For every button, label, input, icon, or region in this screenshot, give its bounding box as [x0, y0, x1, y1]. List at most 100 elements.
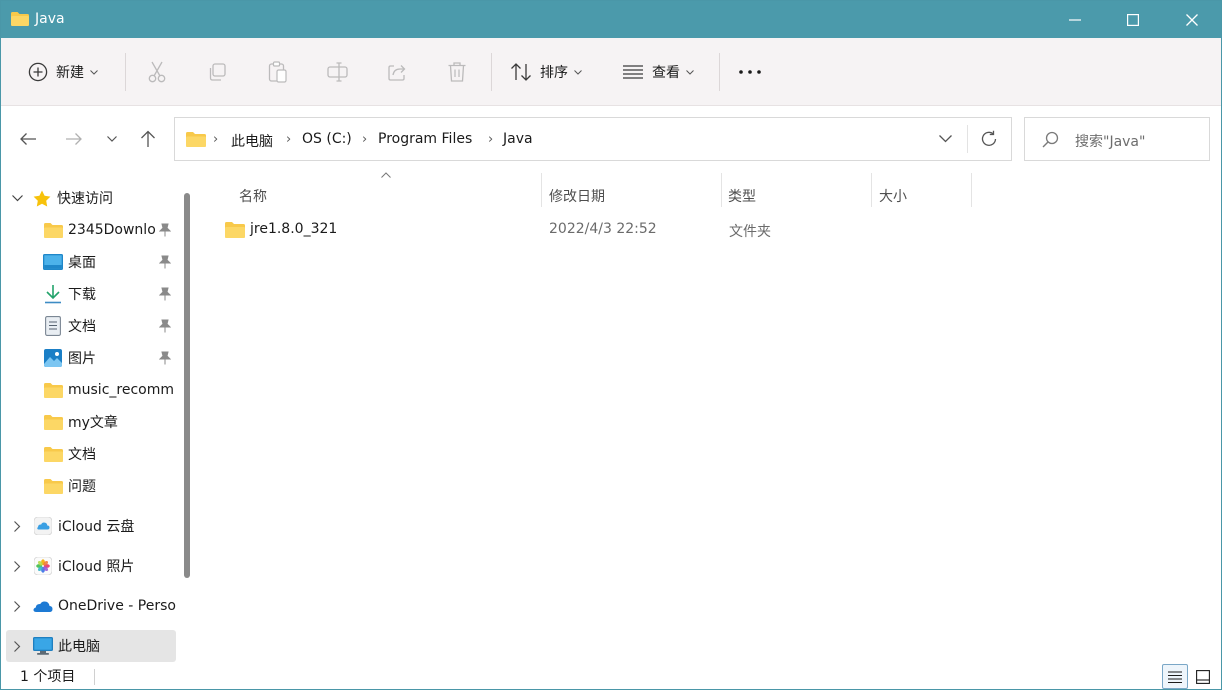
toolbar-divider: [491, 53, 492, 91]
folder-icon: [44, 382, 63, 398]
download-icon: [45, 285, 61, 304]
sidebar-item-documents[interactable]: 文档: [1, 310, 181, 342]
breadcrumb-java[interactable]: Java: [503, 131, 533, 147]
column-header-label: 类型: [728, 189, 756, 205]
toolbar-divider: [719, 53, 720, 91]
pin-icon[interactable]: [159, 223, 171, 237]
maximize-icon: [1127, 13, 1139, 26]
chevron-down-icon: [90, 69, 98, 75]
paste-button[interactable]: [268, 38, 288, 106]
sidebar-item-questions[interactable]: 问题: [1, 470, 181, 502]
share-button[interactable]: [387, 38, 407, 106]
table-row[interactable]: jre1.8.0_321 2022/4/3 22:52 文件夹: [219, 215, 979, 245]
folder-icon: [11, 12, 29, 26]
large-icons-view-button[interactable]: [1190, 664, 1216, 689]
rename-icon: [327, 62, 348, 82]
sidebar-item-pictures[interactable]: 图片: [1, 342, 181, 374]
sidebar-item-label: iCloud 云盘: [58, 519, 135, 535]
details-view-icon: [1168, 670, 1182, 683]
item-count: 1 个项目: [20, 669, 76, 685]
sidebar-item-onedrive[interactable]: OneDrive - Perso: [1, 590, 181, 622]
column-header-name[interactable]: 名称: [239, 179, 267, 213]
sidebar-item-label: iCloud 照片: [58, 559, 135, 575]
up-button[interactable]: [136, 129, 160, 149]
sidebar-item-downloads[interactable]: 下载: [1, 278, 181, 310]
sidebar-item-icloud-photos[interactable]: iCloud 照片: [1, 550, 181, 582]
recent-locations-button[interactable]: [100, 129, 124, 149]
search-box[interactable]: 搜索"Java": [1024, 117, 1210, 161]
new-button[interactable]: 新建: [28, 38, 98, 106]
folder-icon: [44, 414, 63, 430]
more-button[interactable]: [739, 38, 761, 106]
sidebar-scrollbar[interactable]: [184, 193, 190, 578]
new-label: 新建: [56, 65, 84, 81]
close-button[interactable]: [1169, 1, 1215, 38]
file-list: 名称 修改日期 类型 大小 jre1.8.0_321 2022/4/3 22:5…: [197, 171, 1221, 663]
pin-icon[interactable]: [159, 319, 171, 333]
sidebar-item-icloud-drive[interactable]: iCloud 云盘: [1, 510, 181, 542]
address-divider: [967, 125, 968, 153]
minimize-button[interactable]: [1052, 1, 1098, 38]
delete-button[interactable]: [447, 38, 467, 106]
pin-icon[interactable]: [159, 255, 171, 269]
sidebar-item-this-pc[interactable]: 此电脑: [6, 630, 176, 662]
copy-button[interactable]: [207, 38, 227, 106]
column-divider[interactable]: [541, 173, 542, 207]
status-divider: [94, 669, 95, 685]
sidebar-item-label: 文档: [68, 319, 96, 335]
breadcrumb-separator-icon: ›: [362, 132, 368, 147]
sidebar-item-label: 下载: [68, 287, 96, 303]
cut-button[interactable]: [147, 38, 167, 106]
folder-icon: [44, 478, 63, 494]
chevron-down-icon: [12, 194, 23, 201]
forward-button[interactable]: [62, 129, 86, 149]
breadcrumb-program-files[interactable]: Program Files: [378, 131, 472, 147]
sort-button[interactable]: 排序: [510, 38, 582, 106]
pictures-icon: [44, 349, 62, 367]
title-bar[interactable]: Java: [1, 1, 1221, 38]
details-view-button[interactable]: [1162, 664, 1188, 689]
sidebar-item-label: 快速访问: [57, 191, 113, 207]
back-button[interactable]: [16, 129, 40, 149]
sidebar-item-quick-access[interactable]: 快速访问: [1, 182, 181, 214]
column-header-label: 大小: [879, 189, 907, 205]
maximize-button[interactable]: [1110, 1, 1156, 38]
column-header-size[interactable]: 大小: [879, 179, 907, 213]
arrow-left-icon: [20, 133, 36, 145]
folder-icon: [44, 222, 63, 238]
folder-icon: [186, 132, 206, 147]
search-input[interactable]: 搜索"Java": [1075, 131, 1145, 151]
rename-button[interactable]: [327, 38, 349, 106]
folder-icon: [225, 222, 245, 238]
view-button[interactable]: 查看: [622, 38, 694, 106]
view-label: 查看: [652, 65, 680, 81]
column-header-modified[interactable]: 修改日期: [549, 179, 605, 213]
sidebar-item-label: 2345Downlo: [68, 222, 156, 238]
sidebar-item-2345downlo[interactable]: 2345Downlo: [1, 214, 181, 246]
status-bar: 1 个项目: [1, 663, 1221, 689]
search-icon: [1042, 131, 1059, 148]
icloud-drive-icon: [34, 517, 52, 535]
pin-icon[interactable]: [159, 351, 171, 365]
sidebar-item-label: my文章: [68, 415, 118, 431]
chevron-right-icon: [14, 520, 21, 532]
column-divider[interactable]: [721, 173, 722, 207]
sidebar-item-desktop[interactable]: 桌面: [1, 246, 181, 278]
breadcrumb-this-pc[interactable]: 此电脑: [231, 131, 273, 151]
this-pc-icon: [33, 637, 53, 655]
sidebar-item-music-recomm[interactable]: music_recomm: [1, 374, 181, 406]
column-header-type[interactable]: 类型: [728, 179, 756, 213]
sidebar-item-label: 文档: [68, 447, 96, 463]
address-bar[interactable]: › 此电脑 › OS (C:) › Program Files › Java: [174, 117, 1012, 161]
column-divider[interactable]: [871, 173, 872, 207]
breadcrumb-os-c[interactable]: OS (C:): [302, 131, 352, 147]
document-icon: [45, 316, 61, 336]
sidebar-item-documents-folder[interactable]: 文档: [1, 438, 181, 470]
arrow-right-icon: [66, 133, 82, 145]
file-name: jre1.8.0_321: [250, 221, 338, 237]
chevron-down-icon[interactable]: [939, 135, 952, 143]
column-divider[interactable]: [971, 173, 972, 207]
refresh-icon[interactable]: [980, 130, 998, 148]
sidebar-item-my-articles[interactable]: my文章: [1, 406, 181, 438]
pin-icon[interactable]: [159, 287, 171, 301]
